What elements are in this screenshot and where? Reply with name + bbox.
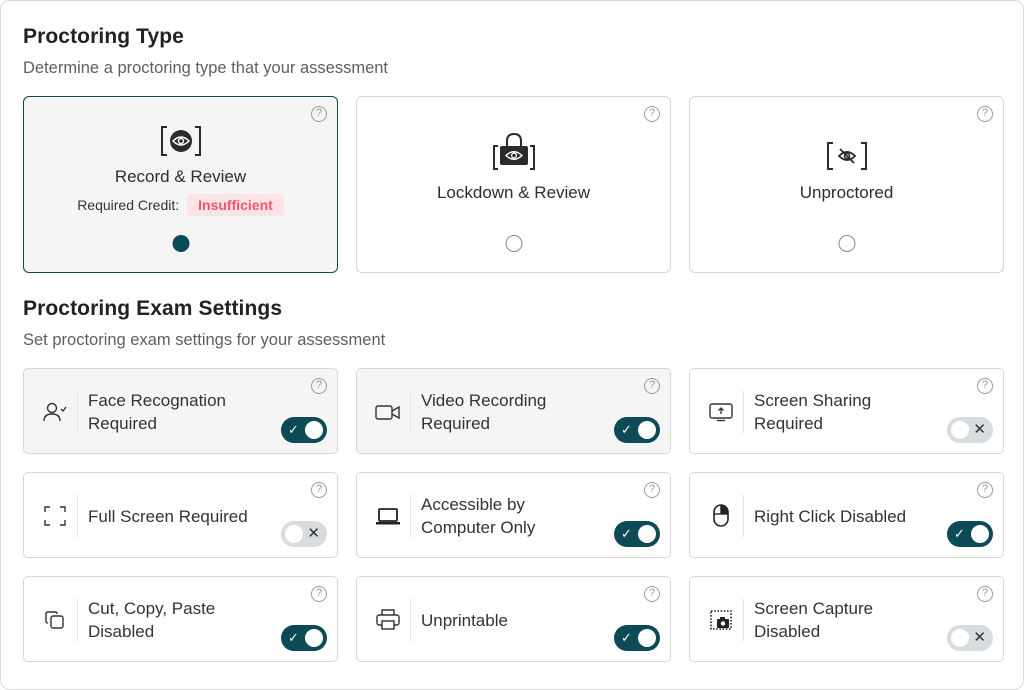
radio-lockdown-review[interactable]: [505, 235, 522, 252]
credit-row: Required Credit: Insufficient: [24, 194, 337, 216]
proctoring-panel: Proctoring Type Determine a proctoring t…: [0, 0, 1024, 690]
check-icon: ✓: [288, 630, 299, 645]
setting-label: Cut, Copy, Paste Disabled: [88, 599, 216, 641]
lock-eye-icon: [492, 132, 535, 170]
record-eye-icon: [160, 126, 201, 156]
help-icon[interactable]: ?: [977, 586, 993, 602]
setting-cut-copy-paste: ? Cut, Copy, Paste Disabled ✓: [23, 576, 338, 662]
help-icon[interactable]: ?: [644, 482, 660, 498]
setting-full-screen: ? Full Screen Required ✕: [23, 472, 338, 558]
type-card-unproctored[interactable]: ? Unproctored: [689, 96, 1004, 273]
help-icon[interactable]: ?: [977, 378, 993, 394]
setting-face-recognition: ? Face Recognation Required ✓: [23, 368, 338, 454]
video-camera-icon: [375, 405, 400, 420]
toggle-screen-capture[interactable]: ✕: [947, 625, 993, 651]
screen-capture-icon: [710, 610, 732, 630]
setting-label: Accessible by Computer Only: [421, 495, 536, 537]
setting-label: Face Recognation Required: [88, 391, 226, 433]
help-icon[interactable]: ?: [977, 482, 993, 498]
divider: [410, 495, 411, 537]
check-icon: ✓: [621, 630, 632, 645]
fullscreen-icon: [44, 506, 66, 526]
help-icon[interactable]: ?: [311, 586, 327, 602]
proctoring-type-subtitle: Determine a proctoring type that your as…: [23, 59, 389, 77]
toggle-right-click[interactable]: ✓: [947, 521, 993, 547]
help-icon[interactable]: ?: [644, 586, 660, 602]
setting-video-recording: ? Video Recording Required ✓: [356, 368, 671, 454]
type-label: Unproctored: [799, 183, 894, 202]
mouse-icon: [713, 504, 729, 527]
divider: [77, 391, 78, 433]
divider: [743, 599, 744, 641]
setting-right-click: ? Right Click Disabled ✓: [689, 472, 1004, 558]
help-icon[interactable]: ?: [311, 106, 327, 122]
type-card-record-review[interactable]: ? Record & Review Required Credit: Insuf…: [23, 96, 338, 273]
check-icon: ✓: [954, 526, 965, 541]
x-icon: ✕: [973, 421, 986, 438]
check-icon: ✓: [621, 422, 632, 437]
x-icon: ✕: [307, 525, 320, 542]
setting-screen-sharing: ? Screen Sharing Required ✕: [689, 368, 1004, 454]
exam-settings-title: Proctoring Exam Settings: [23, 297, 283, 320]
setting-label: Video Recording Required: [421, 391, 547, 433]
laptop-icon: [376, 508, 400, 525]
toggle-computer-only[interactable]: ✓: [614, 521, 660, 547]
setting-unprintable: ? Unprintable ✓: [356, 576, 671, 662]
printer-icon: [376, 609, 400, 630]
divider: [410, 391, 411, 433]
proctoring-type-title: Proctoring Type: [23, 25, 184, 48]
setting-computer-only: ? Accessible by Computer Only ✓: [356, 472, 671, 558]
setting-label: Right Click Disabled: [754, 507, 907, 526]
toggle-face-recognition[interactable]: ✓: [281, 417, 327, 443]
setting-label: Screen Sharing Required: [754, 391, 872, 433]
toggle-screen-sharing[interactable]: ✕: [947, 417, 993, 443]
type-label: Record & Review: [114, 167, 247, 186]
credit-status-badge: Insufficient: [187, 194, 284, 216]
type-label: Lockdown & Review: [436, 183, 591, 202]
copy-icon: [45, 611, 64, 629]
toggle-full-screen[interactable]: ✕: [281, 521, 327, 547]
user-check-icon: [43, 402, 67, 422]
divider: [743, 391, 744, 433]
toggle-video-recording[interactable]: ✓: [614, 417, 660, 443]
x-icon: ✕: [973, 629, 986, 646]
exam-settings-subtitle: Set proctoring exam settings for your as…: [23, 331, 386, 349]
radio-record-review[interactable]: [172, 235, 189, 252]
toggle-unprintable[interactable]: ✓: [614, 625, 660, 651]
setting-label: Unprintable: [421, 611, 508, 630]
screen-share-icon: [709, 403, 733, 422]
setting-screen-capture: ? Screen Capture Disabled ✕: [689, 576, 1004, 662]
credit-label: Required Credit:: [77, 197, 180, 213]
help-icon[interactable]: ?: [311, 378, 327, 394]
divider: [410, 599, 411, 641]
divider: [743, 495, 744, 537]
setting-label: Full Screen Required: [88, 507, 248, 526]
help-icon[interactable]: ?: [644, 378, 660, 394]
help-icon[interactable]: ?: [311, 482, 327, 498]
divider: [77, 495, 78, 537]
toggle-cut-copy-paste[interactable]: ✓: [281, 625, 327, 651]
help-icon[interactable]: ?: [977, 106, 993, 122]
setting-label: Screen Capture Disabled: [754, 599, 874, 641]
divider: [77, 599, 78, 641]
check-icon: ✓: [288, 422, 299, 437]
type-card-lockdown-review[interactable]: ? Lockdown & Review: [356, 96, 671, 273]
help-icon[interactable]: ?: [644, 106, 660, 122]
eye-off-icon: [826, 142, 867, 170]
check-icon: ✓: [621, 526, 632, 541]
radio-unproctored[interactable]: [838, 235, 855, 252]
